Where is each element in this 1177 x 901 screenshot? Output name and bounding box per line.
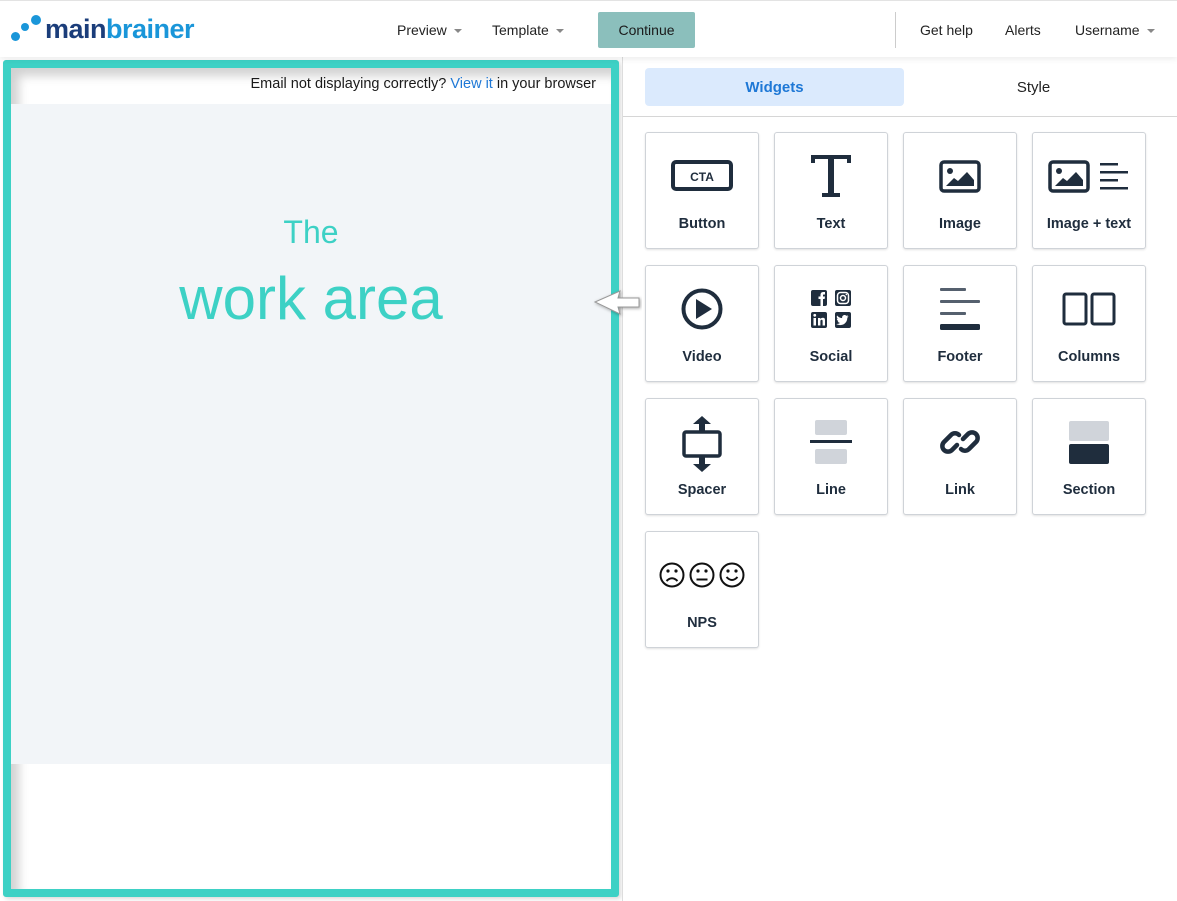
mainbrainer-logo[interactable]: mainbrainer <box>11 13 195 44</box>
alerts-label: Alerts <box>1005 22 1041 38</box>
social-icons <box>775 284 887 334</box>
spacer-icon <box>646 416 758 472</box>
widget-footer[interactable]: Footer <box>903 265 1017 382</box>
widget-nps[interactable]: NPS <box>645 531 759 648</box>
widget-label: Columns <box>1057 349 1121 365</box>
work-area-title-small: The <box>283 214 339 250</box>
tab-style[interactable]: Style <box>904 68 1163 106</box>
logo-dots-icon <box>11 14 45 44</box>
widget-button[interactable]: CTA Button <box>645 132 759 249</box>
view-in-browser-link[interactable]: View it <box>450 76 492 92</box>
caret-down-icon <box>555 28 564 33</box>
happy-face-icon <box>719 562 745 588</box>
widget-label: Image + text <box>1046 216 1132 232</box>
neutral-face-icon <box>689 562 715 588</box>
widget-label: Line <box>816 482 846 498</box>
widget-label: Social <box>809 349 853 365</box>
preview-dropdown[interactable]: Preview <box>397 22 462 38</box>
instagram-icon <box>835 290 851 306</box>
caret-down-icon <box>453 28 462 33</box>
widget-section[interactable]: Section <box>1032 398 1146 515</box>
cta-button-icon: CTA <box>646 151 758 201</box>
email-browser-notice: Email not displaying correctly? View it … <box>251 76 596 92</box>
link-icon <box>904 417 1016 467</box>
nps-faces-icon <box>646 550 758 600</box>
logo-wordmark: mainbrainer <box>45 13 195 44</box>
alerts-link[interactable]: Alerts <box>1005 22 1041 38</box>
footer-icon <box>904 284 1016 334</box>
username-label: Username <box>1075 22 1140 38</box>
widget-link[interactable]: Link <box>903 398 1017 515</box>
work-area-frame[interactable]: Email not displaying correctly? View it … <box>3 60 619 897</box>
email-note-text: Email not displaying correctly? <box>250 76 451 92</box>
widget-label: Image <box>939 216 981 232</box>
widget-label: Spacer <box>677 482 727 498</box>
work-area-title-large: work area <box>179 265 443 332</box>
email-canvas[interactable]: The work area <box>11 104 611 764</box>
facebook-icon <box>811 290 827 306</box>
widget-grid: CTA Button Text Image Image + text Video… <box>645 132 1146 648</box>
widget-label: Section <box>1062 482 1116 498</box>
preview-label: Preview <box>397 22 447 38</box>
continue-button[interactable]: Continue <box>598 12 695 48</box>
panel-tabs: Widgets Style <box>623 57 1177 117</box>
template-dropdown[interactable]: Template <box>492 22 564 38</box>
widget-image-text[interactable]: Image + text <box>1032 132 1146 249</box>
widget-label: NPS <box>687 615 717 631</box>
widget-label: Text <box>816 216 846 232</box>
widget-video[interactable]: Video <box>645 265 759 382</box>
section-icon <box>1033 417 1145 467</box>
widgets-panel: Widgets Style CTA Button Text Image Imag… <box>622 57 1177 901</box>
play-circle-icon <box>646 284 758 334</box>
widget-label: Button <box>678 216 726 232</box>
linkedin-icon <box>811 312 827 328</box>
template-label: Template <box>492 22 549 38</box>
get-help-link[interactable]: Get help <box>920 22 973 38</box>
widget-social[interactable]: Social <box>774 265 888 382</box>
tab-widgets[interactable]: Widgets <box>645 68 904 106</box>
widget-image[interactable]: Image <box>903 132 1017 249</box>
sad-face-icon <box>659 562 685 588</box>
left-arrow-icon <box>593 290 640 315</box>
line-icon <box>775 417 887 467</box>
email-note-suffix: in your browser <box>492 76 596 92</box>
columns-icon <box>1033 284 1145 334</box>
widget-label: Link <box>945 482 975 498</box>
text-icon <box>775 151 887 201</box>
svg-text:CTA: CTA <box>690 170 714 184</box>
twitter-icon <box>835 312 851 328</box>
widget-label: Footer <box>937 349 983 365</box>
widget-columns[interactable]: Columns <box>1032 265 1146 382</box>
caret-down-icon <box>1146 28 1155 33</box>
widget-spacer[interactable]: Spacer <box>645 398 759 515</box>
top-navigation-bar: mainbrainer Preview Template Continue Ge… <box>0 0 1177 57</box>
image-icon <box>904 151 1016 201</box>
get-help-label: Get help <box>920 22 973 38</box>
widget-label: Video <box>682 349 722 365</box>
widget-line[interactable]: Line <box>774 398 888 515</box>
nav-divider <box>895 12 896 48</box>
username-dropdown[interactable]: Username <box>1075 22 1155 38</box>
widget-text[interactable]: Text <box>774 132 888 249</box>
image-text-icon <box>1033 151 1145 201</box>
